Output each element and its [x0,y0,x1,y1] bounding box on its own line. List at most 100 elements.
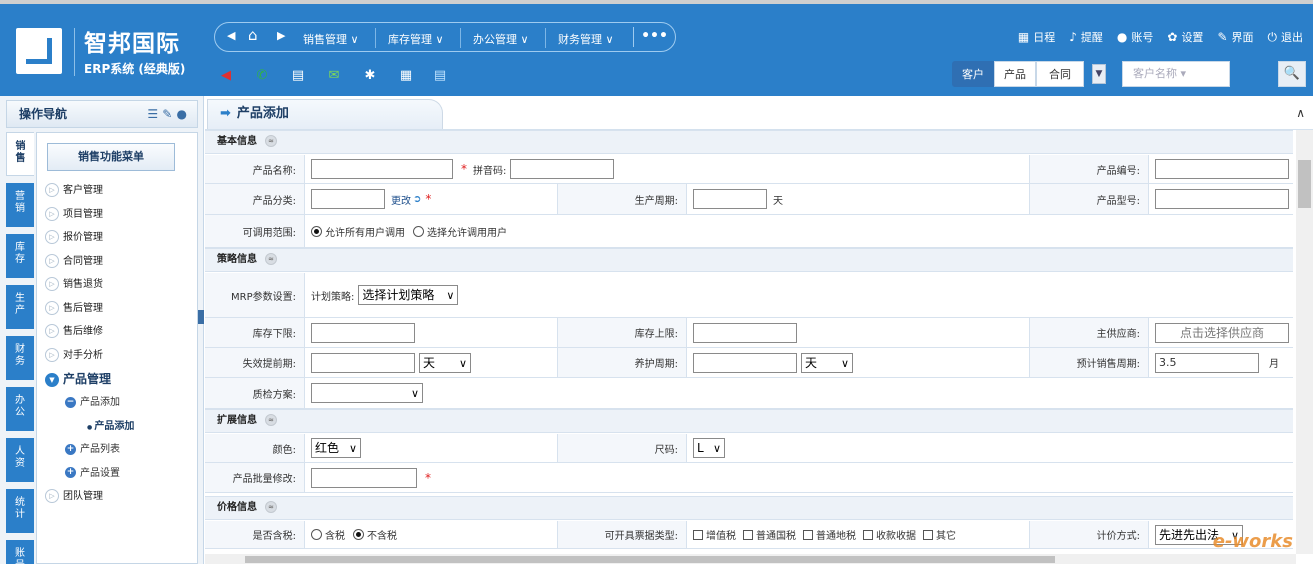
tree-subitem[interactable]: + 产品列表 [65,440,120,460]
grid-icon[interactable]: ▦ [398,68,414,84]
production-cycle-input[interactable] [693,189,767,209]
search-type-dropdown[interactable]: ▼ [1092,64,1106,84]
module-tab-8[interactable]: 账 号 [6,540,34,564]
tree-subitem[interactable]: + 产品设置 [65,464,120,484]
node-icon: ▷ [45,277,59,291]
module-tab-1[interactable]: 营 销 [6,183,34,227]
module-tab-4[interactable]: 财 务 [6,336,34,380]
invoice-type-checkbox[interactable] [693,529,703,540]
nav-forward-icon[interactable]: ▶ [277,29,285,42]
batch-edit-input[interactable] [311,467,417,488]
qc-plan-select[interactable]: ∨ [311,383,423,403]
tree-item[interactable]: ▷ 客户管理 [45,181,103,201]
node-icon: ▷ [45,324,59,338]
invoice-type-checkbox[interactable] [863,529,873,540]
app-header: 智邦国际 ERP系统 (经典版) ◀ ⌂ ▶ 销售管理 ∨ 库存管理 ∨ 办公管… [0,0,1313,96]
menu-sales[interactable]: 销售管理 ∨ [303,31,359,47]
toplink-gear[interactable]: ✿ 设置 [1167,29,1203,45]
scope-all-radio[interactable] [311,225,322,237]
module-tab-6[interactable]: 人 资 [6,438,34,482]
tree-item[interactable]: ▷ 对手分析 [45,346,103,366]
fax-icon[interactable]: ▤ [290,68,306,84]
chat-icon[interactable]: ✱ [362,68,378,84]
category-input[interactable] [311,189,385,209]
module-tab-7[interactable]: 统 计 [6,489,34,533]
product-code-input[interactable] [1155,159,1289,179]
tree-item[interactable]: ▷ 售后维修 [45,322,103,342]
tree-item[interactable]: ▷ 售后管理 [45,299,103,319]
phone-icon[interactable]: ✆ [254,68,270,84]
supplier-picker[interactable]: 点击选择供应商 [1155,322,1289,343]
invoice-type-checkbox[interactable] [923,529,933,540]
sidebar-title: 操作导航 [19,107,68,121]
chevron-up-icon[interactable]: ∧ [1296,106,1305,120]
section-basic[interactable]: 基本信息 ≈ [205,130,1293,154]
invoice-type-checkbox[interactable] [803,529,813,540]
tax-included-radio[interactable] [311,529,322,540]
size-select[interactable]: L ∨ [693,438,725,458]
tree-item[interactable]: ▷ 团队管理 [45,487,103,507]
color-select[interactable]: 红色 ∨ [311,438,361,458]
nav-back-icon[interactable]: ◀ [227,29,235,42]
care-unit-select[interactable]: 天 ∨ [801,352,853,373]
invoice-type-checkbox[interactable] [743,529,753,540]
bell-icon: ♪ [1069,30,1077,44]
menu-finance[interactable]: 财务管理 ∨ [558,31,614,47]
tax-excluded-radio[interactable] [353,529,364,540]
product-model-input[interactable] [1155,189,1289,209]
sidebar-tools-icon[interactable]: ☰ ✎ ● [147,101,187,127]
module-tab-3[interactable]: 生 产 [6,285,34,329]
sidebar-collapse-handle[interactable] [198,310,204,324]
module-tab-5[interactable]: 办 公 [6,387,34,431]
vertical-scrollbar[interactable] [1296,130,1313,554]
horizontal-scrollbar[interactable] [205,554,1296,564]
search-icon[interactable]: 🔍 [1278,61,1306,87]
pinyin-input[interactable] [510,159,615,179]
scope-select-radio[interactable] [413,225,424,237]
product-name-input[interactable] [311,159,453,179]
sales-menu-button[interactable]: 销售功能菜单 [47,143,175,171]
toplink-calendar[interactable]: ▦ 日程 [1018,29,1055,45]
more-menu-button[interactable]: ••• [633,27,675,47]
menu-office[interactable]: 办公管理 ∨ [473,31,529,47]
stock-max-input[interactable] [693,322,797,343]
search-tab-customer[interactable]: 客户 [952,61,994,87]
tree-item[interactable]: ▷ 项目管理 [45,205,103,225]
section-strategy[interactable]: 策略信息 ≈ [205,248,1293,272]
node-icon: ▷ [45,183,59,197]
doc-icon[interactable]: ▤ [432,68,448,84]
watermark: e-works [1212,531,1293,552]
search-tab-product[interactable]: 产品 [994,61,1036,87]
section-price[interactable]: 价格信息 ≈ [205,496,1293,520]
collapse-icon: ≈ [265,135,277,147]
section-ext[interactable]: 扩展信息 ≈ [205,409,1293,433]
toplink-power[interactable]: ⏻ 退出 [1268,29,1304,45]
tree-leaf-active[interactable]: ● 产品添加 [87,417,134,437]
toplink-bell[interactable]: ♪ 提醒 [1069,29,1103,45]
menu-inventory[interactable]: 库存管理 ∨ [388,31,444,47]
stock-min-input[interactable] [311,322,415,343]
home-icon[interactable]: ⌂ [248,26,258,44]
module-tab-2[interactable]: 库 存 [6,234,34,278]
plan-strategy-select[interactable]: 选择计划策略 ∨ [358,285,459,305]
toplink-edit[interactable]: ✎ 界面 [1217,29,1253,45]
announce-icon[interactable]: ◀ [218,68,234,84]
search-tab-contract[interactable]: 合同 [1036,61,1084,87]
tree-item[interactable]: ▷ 销售退货 [45,275,103,295]
mail-icon[interactable]: ✉ [326,68,342,84]
row-product-name: 产品名称: * 拼音码: 产品编号: [205,155,1293,184]
tree-item-open[interactable]: ▼ 产品管理 [45,369,111,389]
change-category-link[interactable]: 更改 [391,192,411,207]
tree-subitem[interactable]: − 产品添加 [65,393,120,413]
expire-lead-input[interactable] [311,352,415,373]
module-tab-0[interactable]: 销 售 [6,132,34,176]
expire-unit-select[interactable]: 天 ∨ [419,352,471,373]
power-icon: ⏻ [1267,30,1278,44]
care-cycle-input[interactable] [693,352,797,373]
search-input[interactable]: 客户名称 ▾ [1122,61,1230,87]
tree-item[interactable]: ▷ 合同管理 [45,252,103,272]
toplink-user[interactable]: ● 账号 [1117,29,1153,45]
tree-item[interactable]: ▷ 报价管理 [45,228,103,248]
sidebar-header: 操作导航 ☰ ✎ ● [6,100,198,128]
sale-cycle-input[interactable]: 3.5 [1155,352,1259,373]
